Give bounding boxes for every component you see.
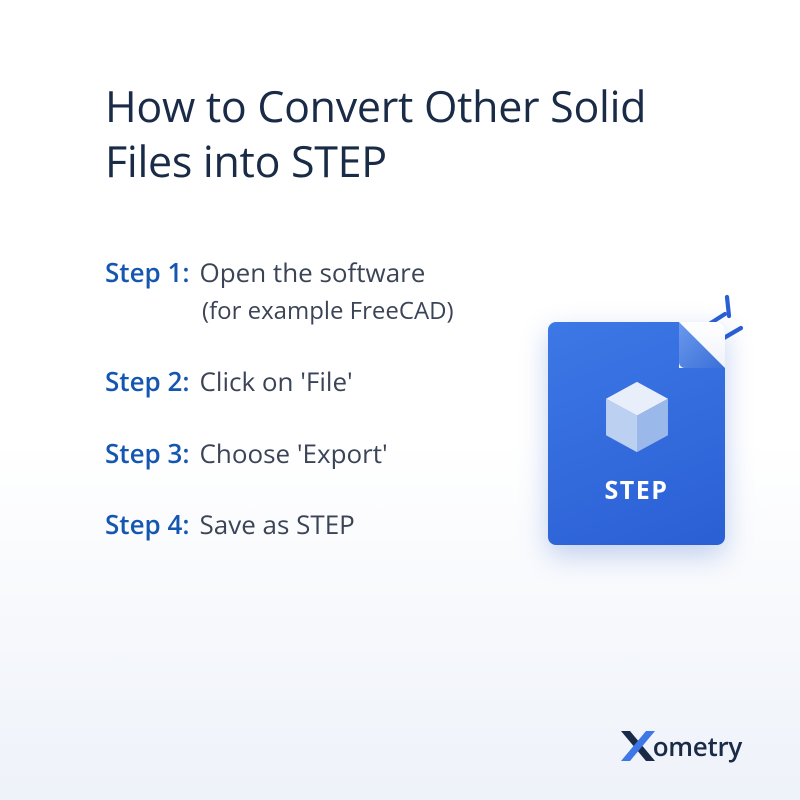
brand-name: ometry xyxy=(653,728,742,764)
step-file-icon: STEP xyxy=(548,322,725,545)
page-fold-icon xyxy=(679,322,725,368)
step-text: Click on 'File' xyxy=(200,365,353,399)
cube-icon xyxy=(601,379,673,455)
file-illustration: STEP xyxy=(548,322,725,545)
step-text: Save as STEP xyxy=(200,508,355,542)
step-row: Step 1: Open the software xyxy=(105,256,695,290)
step-label: Step 4: xyxy=(105,508,190,542)
step-1: Step 1: Open the software (for example F… xyxy=(105,256,695,327)
step-label: Step 1: xyxy=(105,256,190,290)
brand-logo: ometry xyxy=(621,728,742,764)
file-label: STEP xyxy=(605,473,669,507)
page-title: How to Convert Other Solid Files into ST… xyxy=(105,78,695,188)
logo-x-icon xyxy=(621,731,655,761)
step-label: Step 2: xyxy=(105,365,190,399)
step-text: Choose 'Export' xyxy=(200,437,388,471)
step-text: Open the software xyxy=(200,256,426,290)
step-label: Step 3: xyxy=(105,437,190,471)
